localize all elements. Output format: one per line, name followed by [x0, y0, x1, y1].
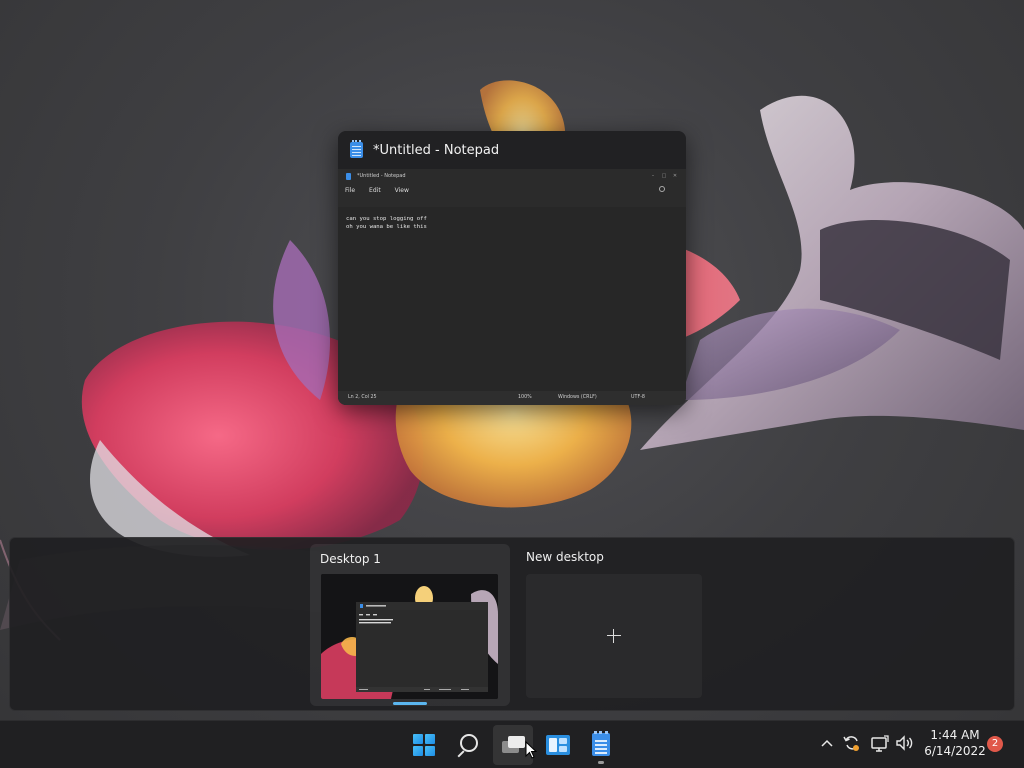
status-zoom: 100% — [518, 395, 532, 400]
status-position: Ln 2, Col 25 — [348, 395, 377, 400]
minimize-icon: – — [651, 173, 655, 179]
new-desktop-label: New desktop — [526, 550, 604, 564]
notepad-preview: *Untitled - Notepad – □ ✕ File Edit View… — [338, 169, 686, 405]
notepad-taskbar-button[interactable] — [581, 725, 621, 765]
clock-date: 6/14/2022 — [924, 744, 986, 758]
new-desktop-button[interactable] — [526, 574, 702, 698]
task-view-window-header: *Untitled - Notepad — [338, 131, 686, 169]
notepad-icon — [592, 731, 610, 756]
search-button[interactable] — [449, 725, 489, 765]
notepad-small-icon — [346, 172, 351, 180]
desktop-1-thumbnail — [321, 574, 498, 699]
start-button[interactable] — [404, 725, 444, 765]
notification-badge[interactable]: 2 — [987, 736, 1003, 752]
status-encoding: UTF-8 — [631, 395, 645, 400]
widgets-button[interactable] — [537, 725, 577, 765]
status-line-ending: Windows (CRLF) — [558, 395, 597, 400]
task-view-icon — [502, 735, 526, 755]
close-icon: ✕ — [672, 173, 678, 179]
sync-icon[interactable] — [843, 733, 861, 753]
notepad-titlebar: *Untitled - Notepad – □ ✕ — [338, 169, 686, 183]
system-clock[interactable]: 1:44 AM 6/14/2022 — [924, 727, 986, 759]
notepad-titlebar-text: *Untitled - Notepad — [357, 173, 406, 179]
widgets-icon — [546, 735, 570, 755]
network-icon[interactable] — [870, 733, 890, 753]
text-line: can you stop logging off — [346, 216, 427, 222]
search-icon — [460, 734, 478, 752]
running-indicator — [598, 761, 604, 764]
chevron-up-icon[interactable] — [820, 733, 834, 753]
volume-icon[interactable] — [895, 733, 915, 753]
menu-edit: Edit — [369, 186, 381, 194]
notepad-menubar: File Edit View — [338, 183, 686, 197]
notepad-icon — [350, 140, 363, 158]
text-line: oh you wana be like this — [346, 224, 427, 230]
notepad-text-area: can you stop logging off oh you wana be … — [338, 207, 686, 391]
active-desktop-indicator — [393, 702, 427, 705]
desktop-1-tile[interactable]: Desktop 1 — [310, 544, 510, 706]
maximize-icon: □ — [661, 173, 667, 179]
task-view-window-title: *Untitled - Notepad — [373, 142, 500, 158]
settings-gear-icon — [659, 186, 665, 192]
menu-file: File — [345, 186, 356, 194]
desktop-1-label: Desktop 1 — [320, 552, 381, 566]
menu-view: View — [394, 186, 409, 194]
task-view-window-notepad[interactable]: *Untitled - Notepad *Untitled - Notepad … — [338, 131, 686, 405]
plus-icon — [607, 629, 621, 643]
mouse-cursor-icon — [525, 741, 537, 759]
virtual-desktops-bar: Desktop 1 New desktop — [9, 537, 1015, 711]
start-icon — [413, 734, 435, 756]
notepad-status-bar: Ln 2, Col 25 100% Windows (CRLF) UTF-8 — [338, 391, 686, 405]
clock-time: 1:44 AM — [930, 728, 980, 742]
